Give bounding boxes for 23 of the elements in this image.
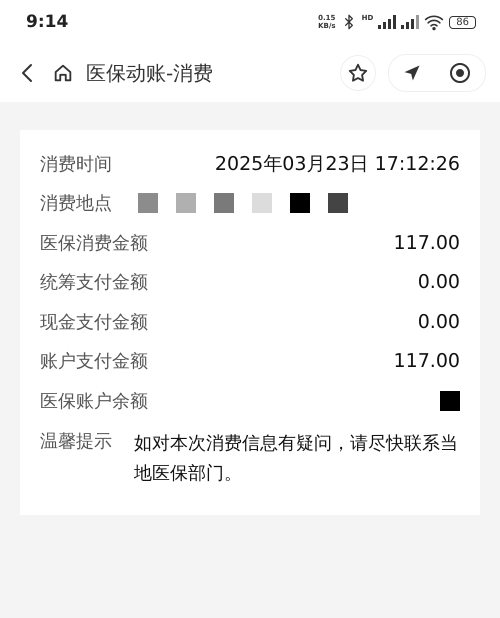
detail-label: 统筹支付金额 — [40, 271, 148, 294]
star-icon[interactable] — [347, 62, 369, 84]
detail-value: 0.00 — [418, 271, 460, 294]
detail-label: 现金支付金额 — [40, 310, 148, 334]
detail-label: 医保消费金额 — [40, 232, 148, 255]
detail-value: 0.00 — [418, 310, 460, 333]
location-button[interactable] — [402, 63, 422, 83]
notice-text: 如对本次消费信息有疑问，请尽快联系当地医保部门。 — [134, 432, 459, 486]
home-button[interactable] — [52, 62, 74, 84]
detail-label: 账户支付金额 — [40, 350, 148, 374]
detail-label: 消费地点 — [40, 192, 112, 216]
signal-icon — [401, 15, 420, 29]
battery-indicator: 86 — [449, 16, 476, 28]
detail-value: 117.00 — [394, 350, 460, 372]
page-title: 医保动账-消费 — [86, 60, 214, 86]
detail-label: 消费时间 — [40, 152, 112, 176]
signal-icon — [378, 15, 396, 29]
favorite-button[interactable] — [340, 55, 376, 91]
detail-label: 医保账户余额 — [40, 390, 148, 413]
detail-value: 2025年03月23日 17:12:26 — [214, 152, 460, 177]
detail-value: 117.00 — [394, 232, 460, 254]
status-time: 9:14 — [26, 12, 68, 32]
notice-label: 温馨提示 — [40, 430, 112, 454]
